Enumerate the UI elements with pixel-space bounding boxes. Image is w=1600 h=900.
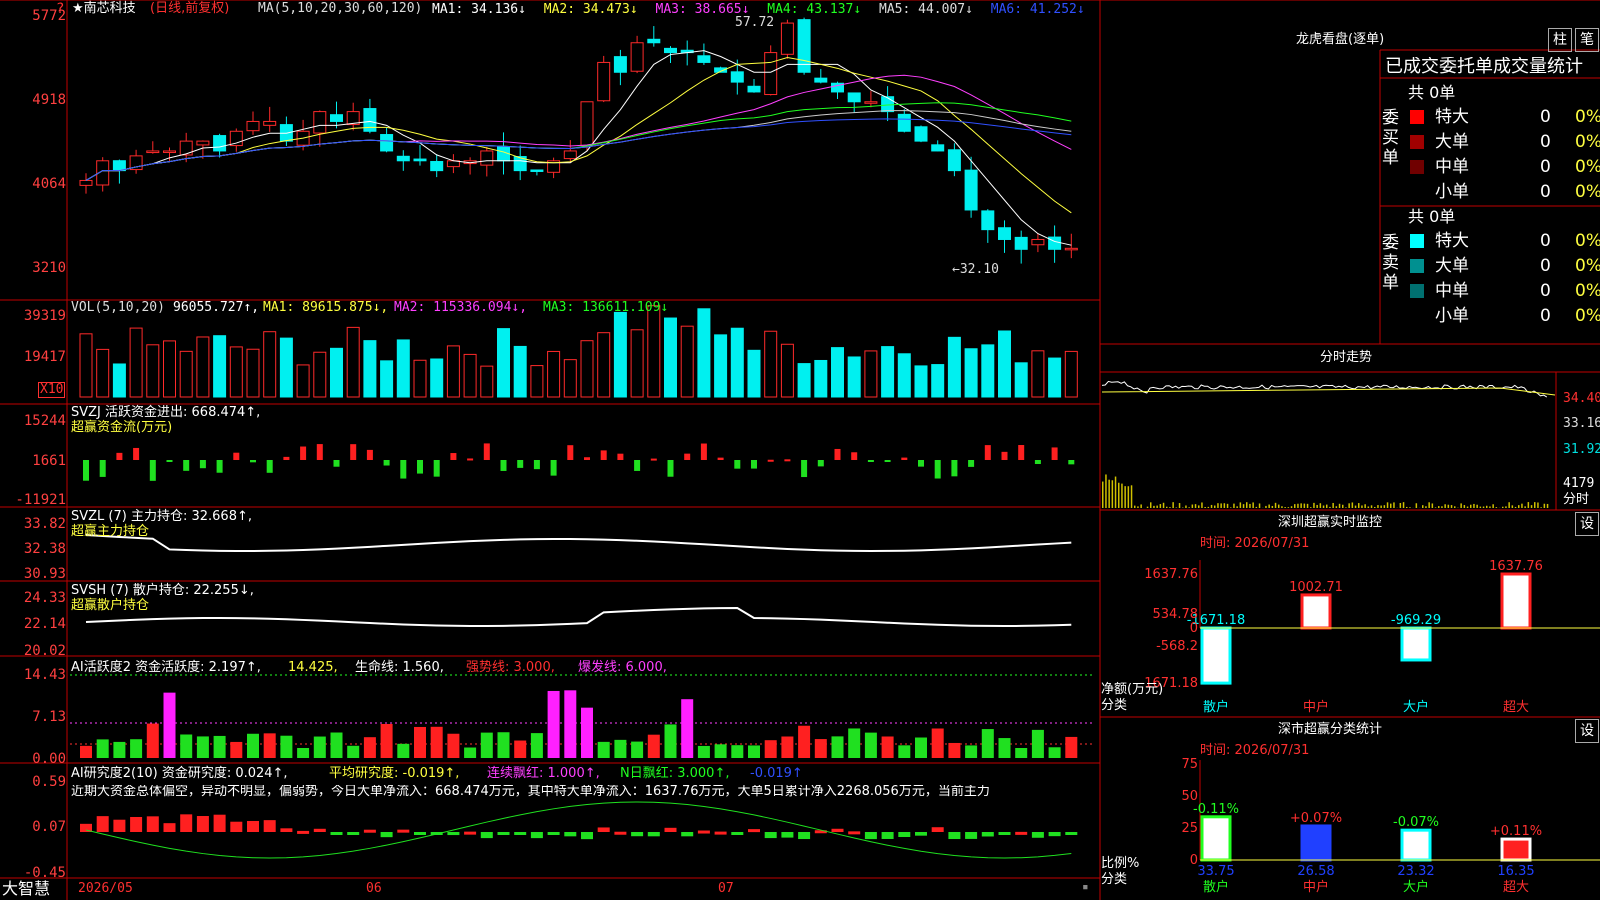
bar-value-text: 26.58: [1297, 864, 1334, 879]
y-axis-label: 25: [1181, 821, 1198, 836]
category-bar: [1300, 824, 1332, 862]
y-axis-label: 0: [1190, 853, 1198, 868]
category-label: 散户: [1203, 879, 1229, 895]
y-axis-label: 50: [1181, 789, 1198, 804]
bar-value-text: 23.32: [1397, 864, 1434, 879]
bar-value-text: 33.75: [1197, 864, 1234, 879]
category-bar: [1500, 837, 1532, 862]
category-bar: [1200, 815, 1232, 862]
bar-value-label: -0.07%: [1393, 815, 1439, 830]
bar-value-label: +0.07%: [1290, 811, 1342, 826]
sz-stats-chart: -0.11% 散户33.75 +0.07% 中户26.58 -0.07% 大户23.32 +…: [1181, 757, 1600, 895]
y-axis-label: 75: [1181, 757, 1198, 772]
sz-stats-xlabel: 分类: [1101, 872, 1128, 887]
category-label: 中户: [1303, 879, 1329, 895]
category-label: 大户: [1403, 879, 1429, 895]
category-label: 超大: [1503, 880, 1529, 895]
bar-value-label: +0.11%: [1490, 824, 1542, 839]
sz-stats-ylabel: 比例%: [1101, 856, 1140, 871]
bar-value-text: 16.35: [1497, 864, 1534, 879]
category-bar: [1400, 828, 1432, 862]
bar-value-label: -0.11%: [1193, 802, 1239, 817]
